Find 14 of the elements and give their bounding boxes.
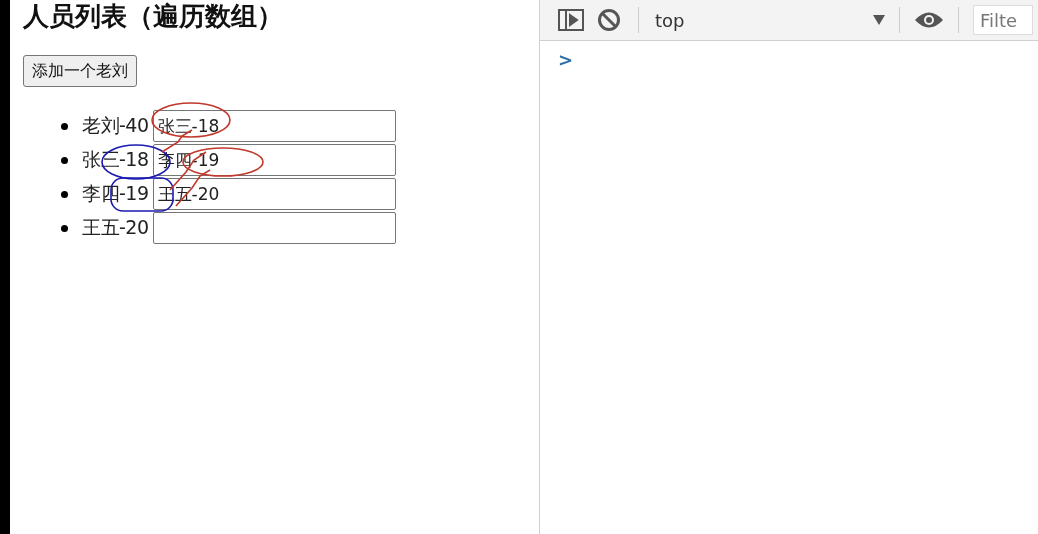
input-field[interactable] [152, 212, 396, 244]
page-heading: 人员列表（遍历数组） [23, 0, 283, 32]
filter-field[interactable]: Filte [973, 5, 1033, 35]
dropdown-caret-icon [873, 15, 885, 25]
console-prompt: > [558, 49, 574, 70]
input-field[interactable]: 张三-18 [152, 110, 396, 142]
bullet-icon [61, 122, 68, 130]
bullet-icon [61, 224, 68, 232]
add-button[interactable]: 添加一个老刘 [23, 55, 137, 87]
person-label: 老刘-40 [82, 113, 149, 138]
context-dropdown[interactable]: top [653, 5, 893, 35]
bullet-icon [61, 190, 68, 198]
person-label: 王五-20 [82, 215, 149, 240]
bullet-icon [61, 156, 68, 164]
